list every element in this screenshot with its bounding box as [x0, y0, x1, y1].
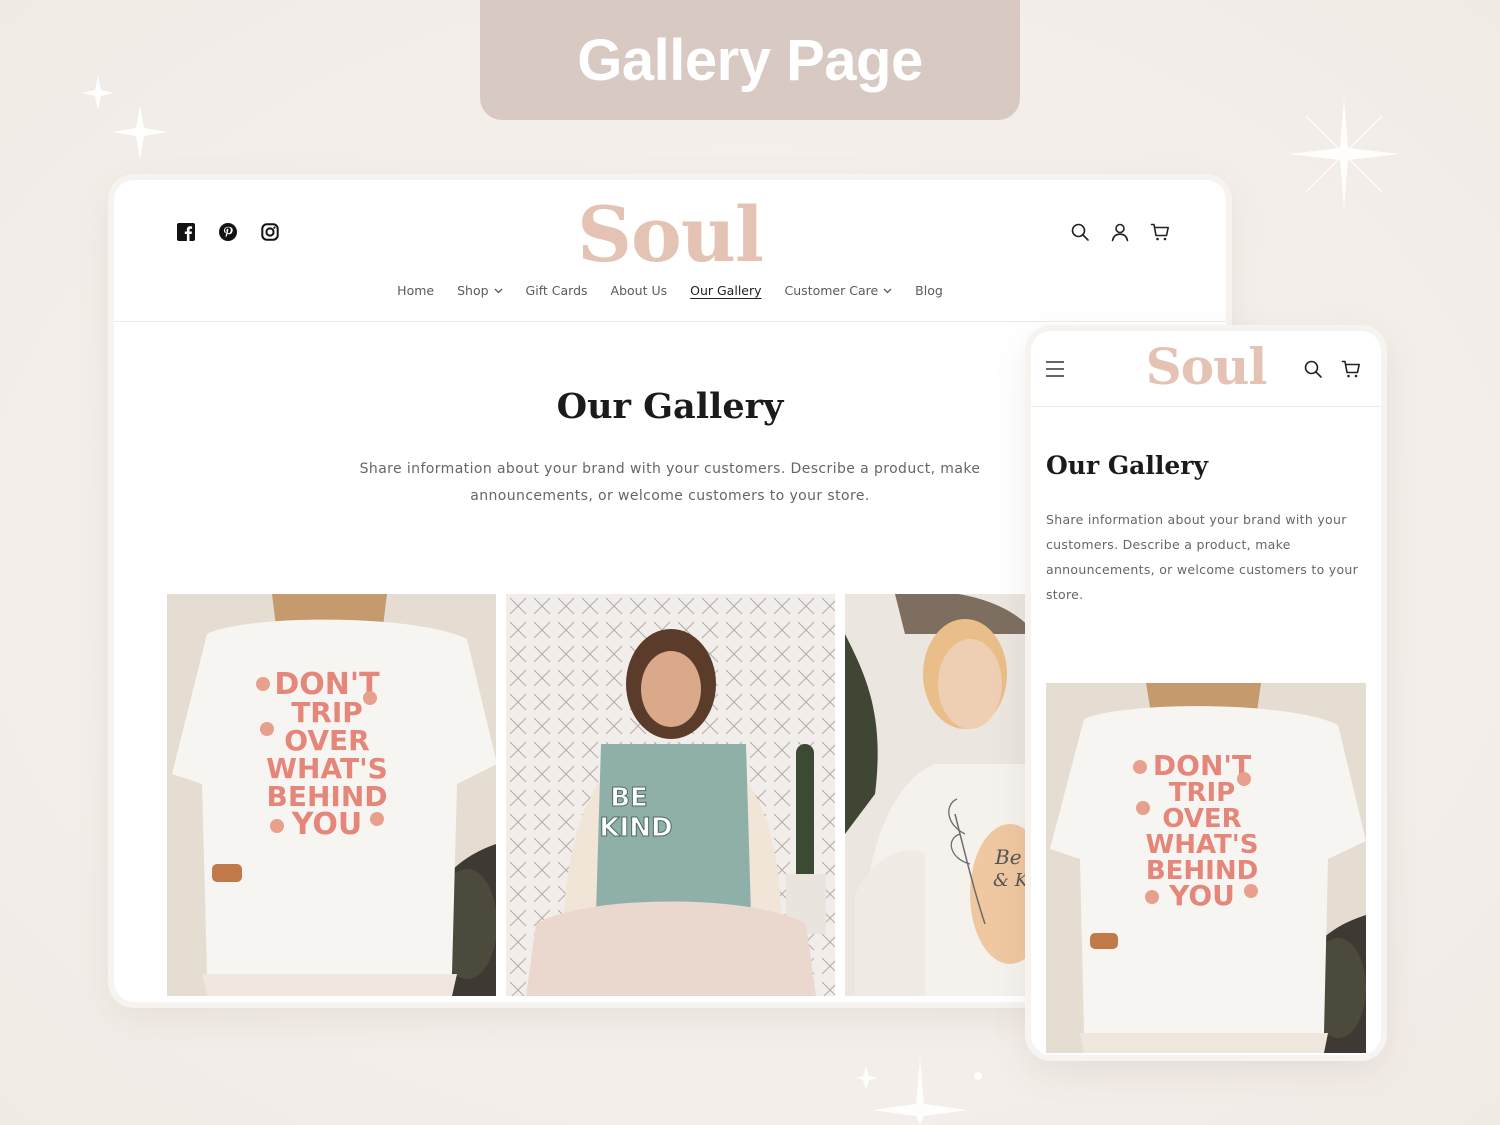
search-icon[interactable] [1303, 359, 1323, 379]
search-icon[interactable] [1070, 222, 1090, 242]
page-banner: Gallery Page [480, 0, 1020, 120]
nav-label: Our Gallery [690, 283, 762, 298]
account-icon[interactable] [1110, 222, 1130, 242]
cart-icon[interactable] [1341, 359, 1361, 379]
cart-icon[interactable] [1150, 222, 1170, 242]
nav-label: Home [397, 283, 435, 298]
mobile-header-actions [1303, 359, 1361, 379]
svg-text:KIND: KIND [599, 813, 672, 843]
chevron-down-icon [883, 288, 892, 293]
svg-text:& KI: & KI [993, 870, 1036, 891]
nav-label: Blog [915, 283, 943, 298]
header-actions [1070, 222, 1170, 242]
gallery-image[interactable]: BE KIND [506, 594, 835, 996]
mobile-preview: Soul Our Gallery Share information about… [1031, 331, 1381, 1055]
sparkle-icon [80, 70, 180, 170]
nav-label: Shop [457, 283, 489, 298]
page-title: Our Gallery [1046, 451, 1208, 480]
nav-item-blog[interactable]: Blog [915, 283, 943, 298]
nav-item-gift-cards[interactable]: Gift Cards [526, 283, 588, 298]
nav-label: About Us [610, 283, 668, 298]
chevron-down-icon [494, 288, 503, 293]
gallery-image[interactable]: DON'T TRIP OVER WHAT'S BEHIND YOU [167, 594, 496, 996]
nav-item-customer-care[interactable]: Customer Care [785, 283, 893, 298]
svg-text:YOU: YOU [1168, 879, 1235, 912]
nav-item-shop[interactable]: Shop [457, 283, 503, 298]
svg-text:Be: Be [994, 845, 1022, 869]
sparkle-icon [1286, 96, 1402, 212]
main-nav: Home Shop Gift Cards About Us Our Galler… [114, 283, 1226, 298]
page-description: Share information about your brand with … [359, 461, 981, 504]
banner-title: Gallery Page [577, 27, 923, 93]
nav-item-about-us[interactable]: About Us [611, 283, 668, 298]
gallery-image[interactable]: DON'T TRIP OVER WHAT'S BEHIND YOU [1046, 683, 1366, 1053]
nav-label: Customer Care [784, 283, 879, 298]
nav-item-home[interactable]: Home [397, 283, 434, 298]
site-logo[interactable]: Soul [114, 190, 1226, 279]
mobile-header: Soul [1031, 331, 1381, 407]
nav-label: Gift Cards [525, 283, 588, 298]
svg-text:YOU: YOU [291, 807, 363, 842]
page-description: Share information about your brand with … [1046, 512, 1359, 602]
site-header: Soul Home Shop Gift Cards About Us Our G… [114, 180, 1226, 322]
nav-item-our-gallery[interactable]: Our Gallery [690, 283, 761, 298]
sparkle-icon [856, 1058, 986, 1125]
svg-text:BE: BE [610, 783, 648, 813]
